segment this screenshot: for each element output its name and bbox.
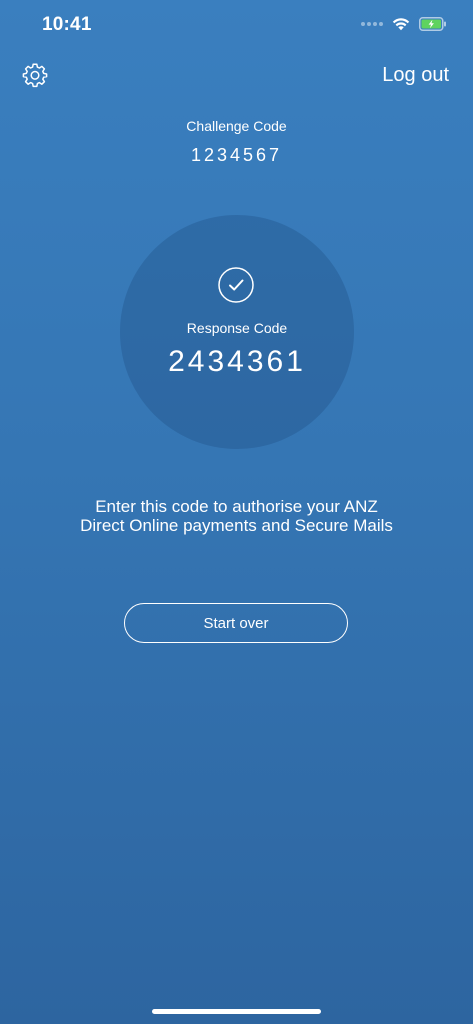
- battery-charging-icon: [419, 16, 446, 31]
- challenge-code-label: Challenge Code: [186, 118, 287, 134]
- settings-button[interactable]: [22, 62, 48, 88]
- signal-icon: [361, 21, 383, 26]
- start-over-button[interactable]: Start over: [124, 603, 348, 643]
- status-time: 10:41: [42, 14, 92, 35]
- response-code-panel: Response Code 2434361: [120, 215, 354, 449]
- challenge-code-value: 1234567: [190, 145, 283, 165]
- checkmark-icon: [218, 267, 254, 303]
- home-indicator[interactable]: [152, 1009, 321, 1014]
- response-code-value: 2434361: [168, 345, 306, 378]
- logout-button[interactable]: Log out: [382, 64, 449, 87]
- gear-icon: [22, 63, 48, 88]
- status-icons: [361, 16, 447, 31]
- screen: 10:41 Log out Challenge Code 1234567 Res…: [0, 0, 473, 1024]
- instructions-text: Enter this code to authorise your ANZ Di…: [80, 497, 393, 535]
- response-code-label: Response Code: [186, 320, 288, 336]
- wifi-icon: [392, 18, 410, 31]
